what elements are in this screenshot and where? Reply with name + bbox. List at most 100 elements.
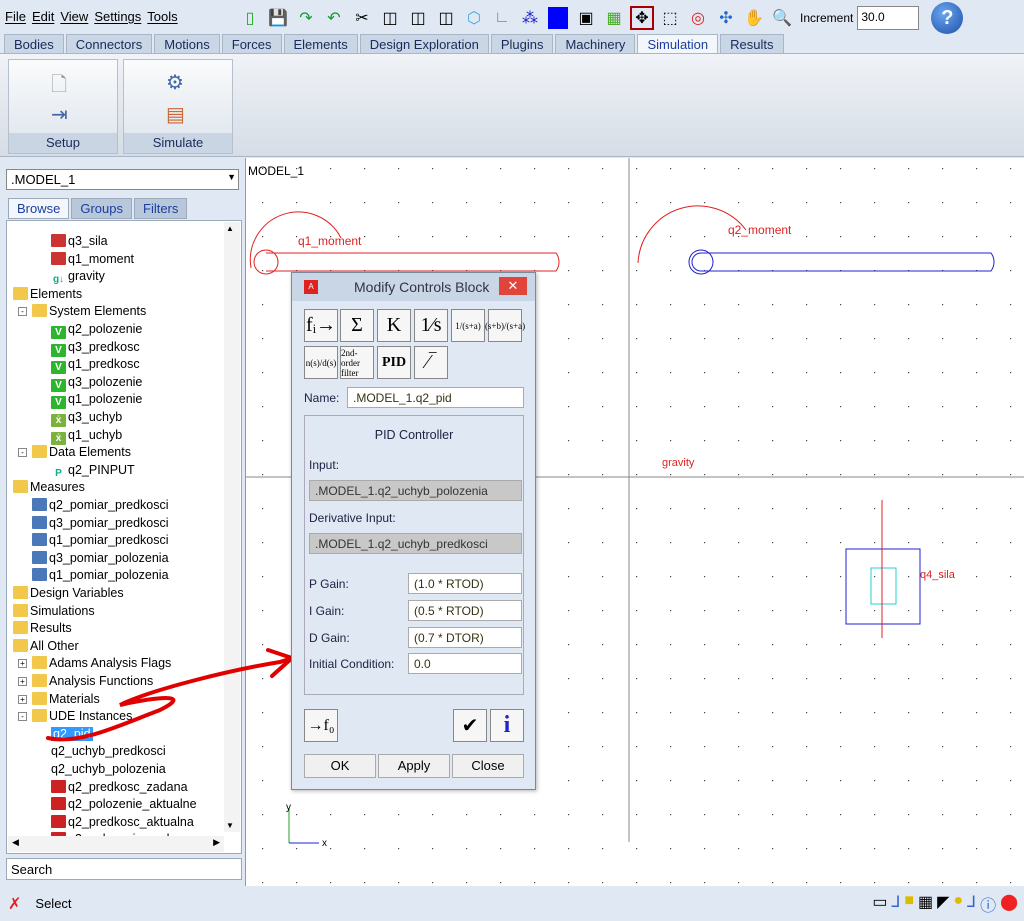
tree-item[interactable]: q3_sila [51, 233, 108, 250]
tree-item[interactable]: q2_pomiar_predkosci [32, 497, 169, 514]
collapse-icon[interactable]: - [18, 448, 27, 458]
tree-item[interactable]: q1_moment [51, 251, 134, 268]
color-icon[interactable] [546, 6, 570, 30]
function-block-button[interactable]: fᵢ→ [304, 309, 338, 342]
pan-icon[interactable]: ✋ [742, 6, 766, 30]
tree-item[interactable]: - UDE Instances [18, 708, 132, 725]
tree-item[interactable]: Vq2_polozenie [51, 321, 142, 339]
stop-icon[interactable]: ⬤ [1000, 892, 1018, 916]
second-order-filter-block-button[interactable]: 2nd-order filter [340, 346, 374, 379]
tree-item[interactable]: Vq1_predkosc [51, 356, 140, 375]
zoom-box-icon[interactable]: ⬚ [658, 6, 682, 30]
search-input[interactable]: Search [6, 858, 242, 880]
tree-item[interactable]: Vq3_predkosc [51, 339, 140, 357]
input-field[interactable]: .MODEL_1.q2_uchyb_polozenia [309, 480, 522, 501]
triad-toggle-icon[interactable]: ⅃ [891, 892, 900, 916]
window-icon[interactable]: ▭ [872, 892, 887, 916]
tree-item[interactable]: Elements [13, 286, 82, 303]
tree-item[interactable]: q2_polozenie_aktualne [51, 796, 197, 813]
tree-item[interactable]: + Analysis Functions [18, 673, 153, 690]
expand-icon[interactable]: + [18, 677, 27, 686]
view-front-icon[interactable]: ◫ [378, 6, 402, 30]
expand-icon[interactable]: + [18, 694, 27, 704]
tree-item[interactable]: Design Variables [13, 585, 124, 602]
help-icon[interactable]: ? [931, 2, 964, 34]
grid-icon[interactable]: ⁂ [518, 6, 542, 30]
tree-item[interactable]: q2_pid [51, 726, 93, 743]
low-pass-filter-block-button[interactable]: 1/(s+a) [451, 309, 485, 342]
tree-item[interactable]: ẋ q3_uchyb [51, 409, 122, 427]
tab-filters[interactable]: Filters [134, 198, 188, 219]
menu-edit[interactable]: Edit [32, 9, 54, 24]
tree-item[interactable]: + Materials [18, 691, 100, 708]
tab-machinery[interactable]: Machinery [555, 34, 636, 53]
i-gain-input[interactable]: (0.5 * RTOD) [408, 600, 522, 621]
tree-item[interactable]: Results [13, 620, 72, 637]
limiter-block-button[interactable]: ⁄‾ [414, 346, 448, 379]
collapse-icon[interactable]: - [18, 712, 27, 722]
new-icon[interactable]: ▯ [238, 6, 262, 30]
transfer-function-block-button[interactable]: n(s)/d(s) [304, 346, 338, 379]
output-function-button[interactable]: →f₀ [304, 709, 338, 742]
tree-item[interactable]: - Data Elements [18, 444, 131, 461]
tree-item[interactable]: q1_pomiar_polozenia [32, 567, 169, 584]
shading-icon[interactable]: ◤ [937, 892, 949, 916]
d-gain-input[interactable]: (0.7 * DTOR) [408, 627, 522, 648]
tree-item[interactable]: q2_uchyb_predkosci [51, 743, 166, 760]
model-select[interactable]: .MODEL_1 ▼ [6, 169, 239, 190]
tree-item[interactable]: ẋ q1_uchyb [51, 427, 122, 445]
apply-button[interactable]: Apply [378, 754, 450, 778]
collapse-icon[interactable]: - [18, 307, 27, 317]
center-icon[interactable]: ◎ [686, 6, 710, 30]
fit-icon[interactable]: ✥ [630, 6, 654, 30]
expand-icon[interactable]: + [18, 659, 27, 669]
tab-design-exploration[interactable]: Design Exploration [359, 34, 489, 53]
tree-horizontal-scrollbar[interactable]: ◀ ▶ [8, 836, 224, 852]
close-icon[interactable]: ✕ [499, 277, 527, 295]
checkmark-button[interactable]: ✔ [453, 709, 487, 742]
pid-block-button[interactable]: PID [377, 346, 411, 379]
globe-icon[interactable]: ● [953, 892, 963, 916]
menu-view[interactable]: View [60, 9, 88, 24]
tab-results[interactable]: Results [720, 34, 784, 53]
tree-item[interactable]: Vq3_polozenie [51, 374, 142, 392]
tree-item[interactable]: q2_predkosc_zadana [51, 779, 188, 796]
setup-button[interactable]: 🗋 ⇥ Setup [8, 59, 118, 154]
tree-item[interactable]: q1_pomiar_predkosci [32, 532, 169, 549]
tree-item[interactable]: q3_pomiar_predkosci [32, 515, 169, 532]
ok-button[interactable]: OK [304, 754, 376, 778]
view-top-icon[interactable]: ◫ [406, 6, 430, 30]
view-side-icon[interactable]: ◫ [434, 6, 458, 30]
tree-item[interactable]: All Other [13, 638, 79, 655]
color-toggle-icon[interactable]: ■ [904, 892, 914, 916]
tree-item[interactable]: q2_predkosc_aktualna [51, 814, 194, 831]
simulate-button[interactable]: ⚙ ▤ Simulate [123, 59, 233, 154]
zoom-icon[interactable]: 🔍 [770, 6, 794, 30]
tab-browse[interactable]: Browse [8, 198, 70, 219]
derivative-input-field[interactable]: .MODEL_1.q2_uchyb_predkosci [309, 533, 522, 554]
view-iso-icon[interactable]: ⬡ [462, 6, 486, 30]
close-button[interactable]: Close [452, 754, 524, 778]
tab-forces[interactable]: Forces [221, 34, 282, 53]
rotate-icon[interactable]: ✣ [714, 6, 738, 30]
tree-vertical-scrollbar[interactable]: ▲ ▼ [224, 222, 240, 832]
summing-junction-block-button[interactable]: Σ [340, 309, 374, 342]
tab-simulation[interactable]: Simulation [637, 34, 719, 53]
tree-item[interactable]: Simulations [13, 603, 95, 620]
increment-input[interactable]: 30.0 [857, 6, 920, 30]
tree-item[interactable]: Measures [13, 479, 85, 496]
lead-lag-filter-block-button[interactable]: (s+b)/(s+a) [485, 309, 525, 342]
tab-bodies[interactable]: Bodies [4, 34, 64, 53]
tree-item[interactable]: q3_pomiar_polozenia [32, 550, 169, 567]
grid-toggle-icon[interactable]: ▦ [918, 892, 933, 916]
redo-icon[interactable]: ↷ [294, 6, 318, 30]
p-gain-input[interactable]: (1.0 * RTOD) [408, 573, 522, 594]
tab-elements[interactable]: Elements [283, 34, 358, 53]
tools-icon[interactable]: ✂ [350, 6, 374, 30]
select-icon[interactable]: ▦ [602, 6, 626, 30]
name-input[interactable]: .MODEL_1.q2_pid [347, 387, 524, 408]
tree-item[interactable]: Vq1_polozenie [51, 391, 142, 410]
tree-item[interactable]: q2_uchyb_polozenia [51, 761, 166, 778]
triad-icon[interactable]: ∟ [490, 6, 514, 30]
tab-groups[interactable]: Groups [71, 198, 132, 219]
